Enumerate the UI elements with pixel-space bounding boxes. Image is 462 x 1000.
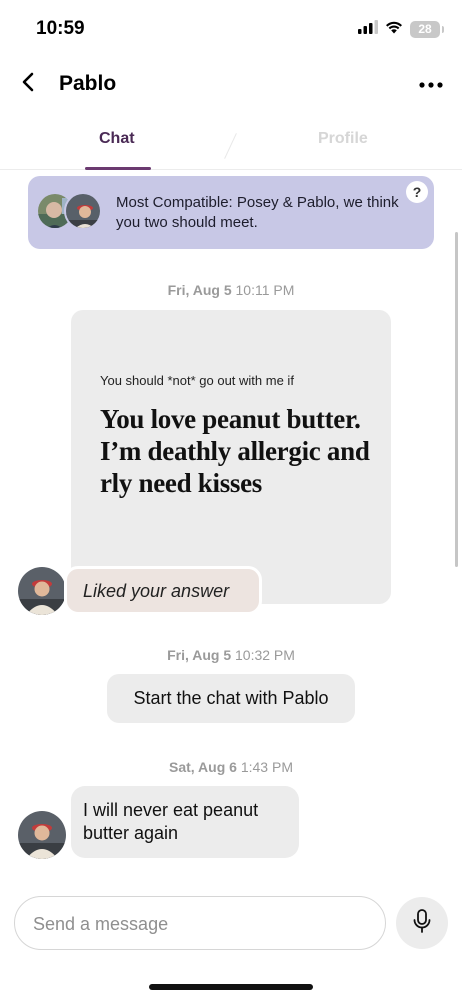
timestamp-date: Fri, Aug 5 — [167, 647, 232, 663]
tab-profile[interactable]: Profile — [318, 130, 368, 148]
nav-bar: Pablo — [0, 60, 462, 110]
active-tab-indicator — [85, 167, 151, 170]
microphone-icon — [413, 908, 431, 938]
message-input[interactable] — [33, 910, 363, 938]
tab-bar: Chat Profile — [0, 112, 462, 170]
timestamp: Sat, Aug 6 1:43 PM — [0, 759, 462, 775]
timestamp: Fri, Aug 5 10:32 PM — [0, 647, 462, 663]
timestamp-date: Sat, Aug 6 — [169, 759, 237, 775]
message-composer — [14, 896, 386, 950]
liked-answer-text: Liked your answer — [83, 581, 230, 601]
prompt-question: You should *not* go out with me if — [100, 373, 294, 388]
more-options-button[interactable] — [416, 70, 446, 98]
message-bubble: I will never eat peanut butter again — [71, 786, 299, 858]
avatar[interactable] — [18, 811, 66, 859]
prompt-card[interactable]: You should *not* go out with me if You l… — [71, 310, 391, 604]
avatar-pablo — [64, 192, 102, 230]
banner-text: Most Compatible: Posey & Pablo, we think… — [116, 194, 399, 231]
chevron-left-icon — [21, 72, 35, 97]
voice-message-button[interactable] — [396, 897, 448, 949]
tab-chat[interactable]: Chat — [99, 130, 135, 148]
page-title: Pablo — [59, 72, 117, 95]
back-button[interactable] — [14, 70, 42, 98]
liked-answer-bubble: Liked your answer — [64, 566, 262, 615]
status-time: 10:59 — [36, 18, 85, 39]
status-bar: 10:59 28 — [0, 0, 462, 60]
wifi-icon — [385, 20, 403, 39]
more-dots-icon — [419, 75, 443, 93]
start-chat-prompt[interactable]: Start the chat with Pablo — [107, 674, 355, 723]
timestamp-time: 10:32 PM — [235, 647, 295, 663]
timestamp-time: 10:11 PM — [235, 282, 295, 298]
home-indicator[interactable] — [149, 984, 313, 990]
timestamp: Fri, Aug 5 10:11 PM — [0, 282, 462, 298]
tab-divider — [224, 133, 237, 159]
status-icons: 28 — [358, 20, 444, 39]
compatibility-banner[interactable]: Most Compatible: Posey & Pablo, we think… — [28, 176, 434, 249]
battery-icon: 28 — [410, 21, 444, 38]
match-avatars — [36, 192, 106, 232]
signal-icon — [358, 20, 378, 39]
help-button[interactable]: ? — [406, 181, 428, 203]
prompt-answer: You love peanut butter. I’m deathly alle… — [100, 404, 370, 498]
timestamp-time: 1:43 PM — [240, 759, 293, 775]
avatar[interactable] — [18, 567, 66, 615]
timestamp-date: Fri, Aug 5 — [167, 282, 232, 298]
